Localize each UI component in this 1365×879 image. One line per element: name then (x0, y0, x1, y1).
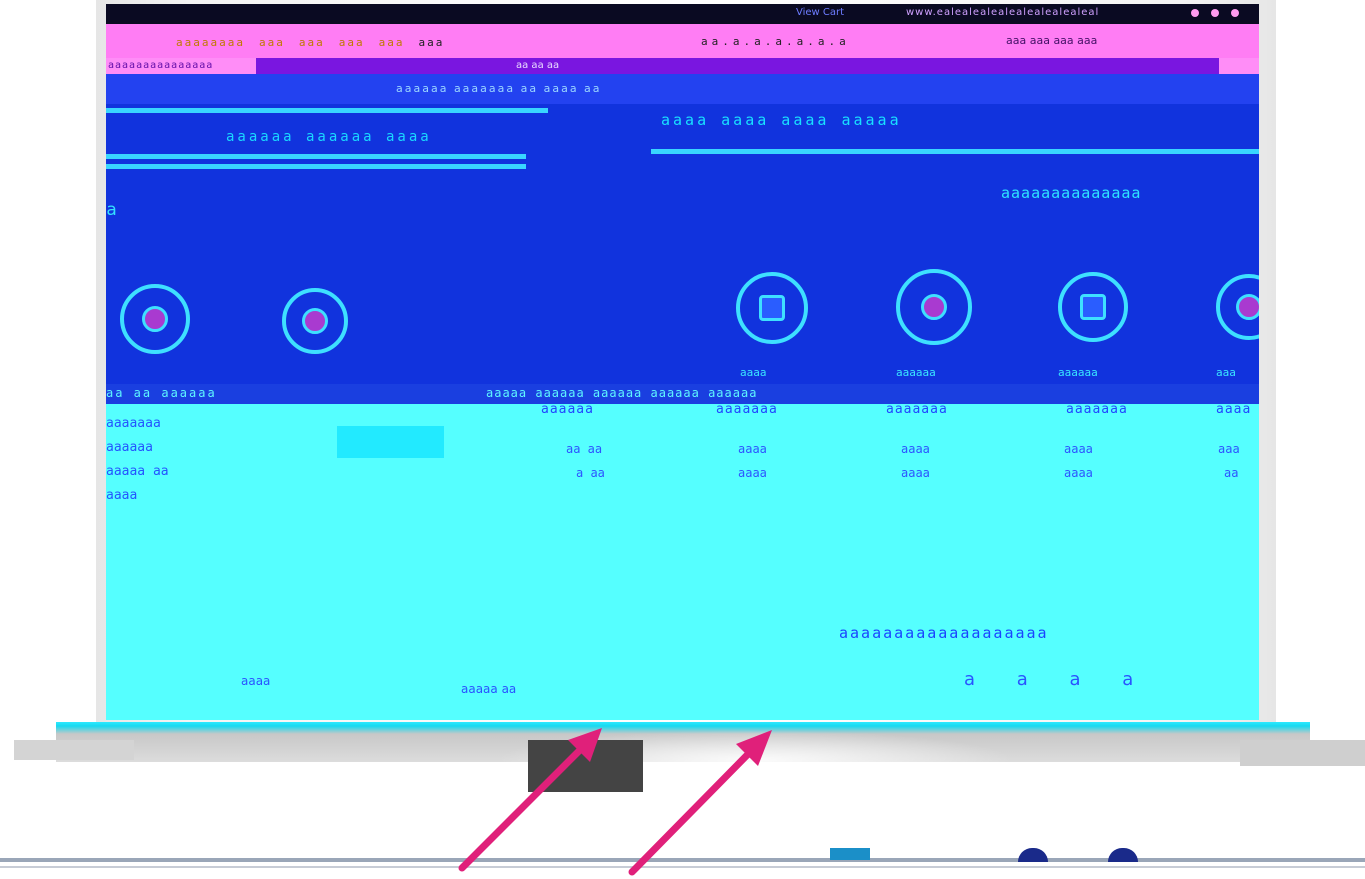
divider-1 (106, 108, 548, 113)
column-value-5b: aa (1224, 466, 1239, 480)
column-head-2[interactable]: aaaaaaa (716, 402, 778, 417)
icon-caption-3: aaaaaa (1058, 366, 1098, 379)
column-value-3b: aaaa (901, 466, 930, 480)
content-header-left: aa aa aaaaaa (106, 386, 217, 400)
category-circle-1[interactable] (120, 284, 190, 354)
column-value-1a: aa aa (566, 442, 603, 456)
icon-caption-4: aaa (1216, 366, 1236, 379)
content-header-band: aa aa aaaaaa aaaaa aaaaaa aaaaaa aaaaaa … (106, 384, 1259, 404)
tab-1[interactable]: aaaaaaaa (176, 36, 245, 49)
column-value-3a: aaaa (901, 442, 930, 456)
side-label: aa (106, 200, 117, 220)
column-value-2a: aaaa (738, 442, 767, 456)
bookmark-right[interactable] (1219, 58, 1259, 74)
footer-left[interactable]: aaaa (241, 674, 270, 688)
toolbar-right-text: aaa aaa aaa aaa (1006, 34, 1098, 47)
desk-object (830, 848, 870, 860)
window-title: View Cart (796, 7, 845, 18)
left-stats: aaaaaaa aaaaaa aaaaa aa aaaa (106, 412, 169, 508)
box-icon (1080, 294, 1106, 320)
monitor-screen: View Cart www.ealealealealealealealealea… (106, 4, 1259, 720)
tab-3[interactable]: aaa (299, 36, 325, 49)
category-circle-3[interactable] (736, 272, 808, 344)
category-circle-4[interactable] (896, 269, 972, 345)
column-head-3[interactable]: aaaaaaa (886, 402, 948, 417)
stat-line-3: aaaaa aa (106, 464, 169, 479)
tab-5[interactable]: aaa (379, 36, 405, 49)
desk-left-shelf (14, 740, 134, 760)
maximize-icon[interactable] (1211, 9, 1219, 17)
tab-list: aaaaaaaa aaa aaa aaa aaa aaa (176, 36, 444, 49)
site-nav: aaaaaa aaaaaaa aa aaaa aa (106, 74, 1259, 104)
bookmark-left[interactable]: aaaaaaaaaaaaaaa (106, 58, 256, 74)
header-right[interactable]: aaaa aaaa aaaa aaaaa (661, 111, 902, 129)
close-icon[interactable] (1231, 9, 1239, 17)
column-value-4a: aaaa (1064, 442, 1093, 456)
icon-caption-1: aaaa (740, 366, 767, 379)
desk-mouse-left (1018, 848, 1048, 862)
annotation-arrow-2 (628, 730, 772, 876)
tab-strip: aaaaaaaa aaa aaa aaa aaa aaa aa.a.a.a.a.… (106, 24, 1259, 58)
divider-3 (106, 164, 526, 169)
minimize-icon[interactable] (1191, 9, 1199, 17)
category-circle-2[interactable] (282, 288, 348, 354)
desk-right-shelf (1240, 740, 1365, 766)
category-circle-6[interactable] (1216, 274, 1259, 340)
stat-line-1: aaaaaaa (106, 416, 161, 431)
tab-6[interactable]: aaa (418, 36, 444, 49)
page-identifier: aaaaaaaaaaaaaa (1001, 184, 1142, 202)
divider-2 (106, 154, 526, 159)
list-icon (759, 295, 785, 321)
annotation-arrow-1 (458, 728, 602, 872)
stat-line-4: aaaa (106, 488, 138, 503)
desk-mouse-right (1108, 848, 1138, 862)
column-head-5[interactable]: aaaa (1216, 402, 1251, 417)
column-value-5a: aaa (1218, 442, 1240, 456)
breadcrumb[interactable]: aaaaaa aaaaaaa aa aaaa aa (396, 82, 602, 95)
highlight-button[interactable] (337, 426, 444, 458)
window-controls[interactable] (1191, 9, 1239, 17)
column-value-1b: a aa (576, 466, 605, 480)
address-bar[interactable]: aa.a.a.a.a.a.a (701, 35, 850, 48)
promo-text[interactable]: aaaaaaaaaaaaaaaaaaa (839, 624, 1049, 642)
content-panel: aa aa aaaaaa aaaaa aaaaaa aaaaaa aaaaaa … (106, 384, 1259, 720)
column-value-2b: aaaa (738, 466, 767, 480)
column-head-4[interactable]: aaaaaaa (1066, 402, 1128, 417)
icon-caption-2: aaaaaa (896, 366, 936, 379)
column-head-1[interactable]: aaaaaa (541, 402, 594, 417)
column-value-4b: aaaa (1064, 466, 1093, 480)
content-header-right: aaaaa aaaaaa aaaaaa aaaaaa aaaaaa (486, 386, 758, 400)
header-left[interactable]: aaaaaa aaaaaa aaaa (226, 129, 432, 145)
bookmark-mid[interactable]: aa aa aa (516, 60, 559, 71)
footer-mid[interactable]: aaaaa aa (461, 682, 516, 696)
tab-4[interactable]: aaa (339, 36, 365, 49)
tag-icon (921, 294, 947, 320)
title-bar: View Cart www.ealealealealealealealealea… (106, 4, 1259, 24)
cart-icon (142, 306, 168, 332)
user-icon (1236, 294, 1259, 320)
url-text: www.ealealealealealealealealeal (906, 7, 1100, 18)
stat-line-2: aaaaaa (106, 440, 153, 455)
social-icons[interactable]: a a a a (964, 669, 1151, 690)
tab-2[interactable]: aaa (259, 36, 285, 49)
divider-4 (651, 149, 1259, 154)
gift-icon (302, 308, 328, 334)
category-circle-5[interactable] (1058, 272, 1128, 342)
bookmark-bar: aaaaaaaaaaaaaaa aa aa aa (106, 58, 1259, 74)
